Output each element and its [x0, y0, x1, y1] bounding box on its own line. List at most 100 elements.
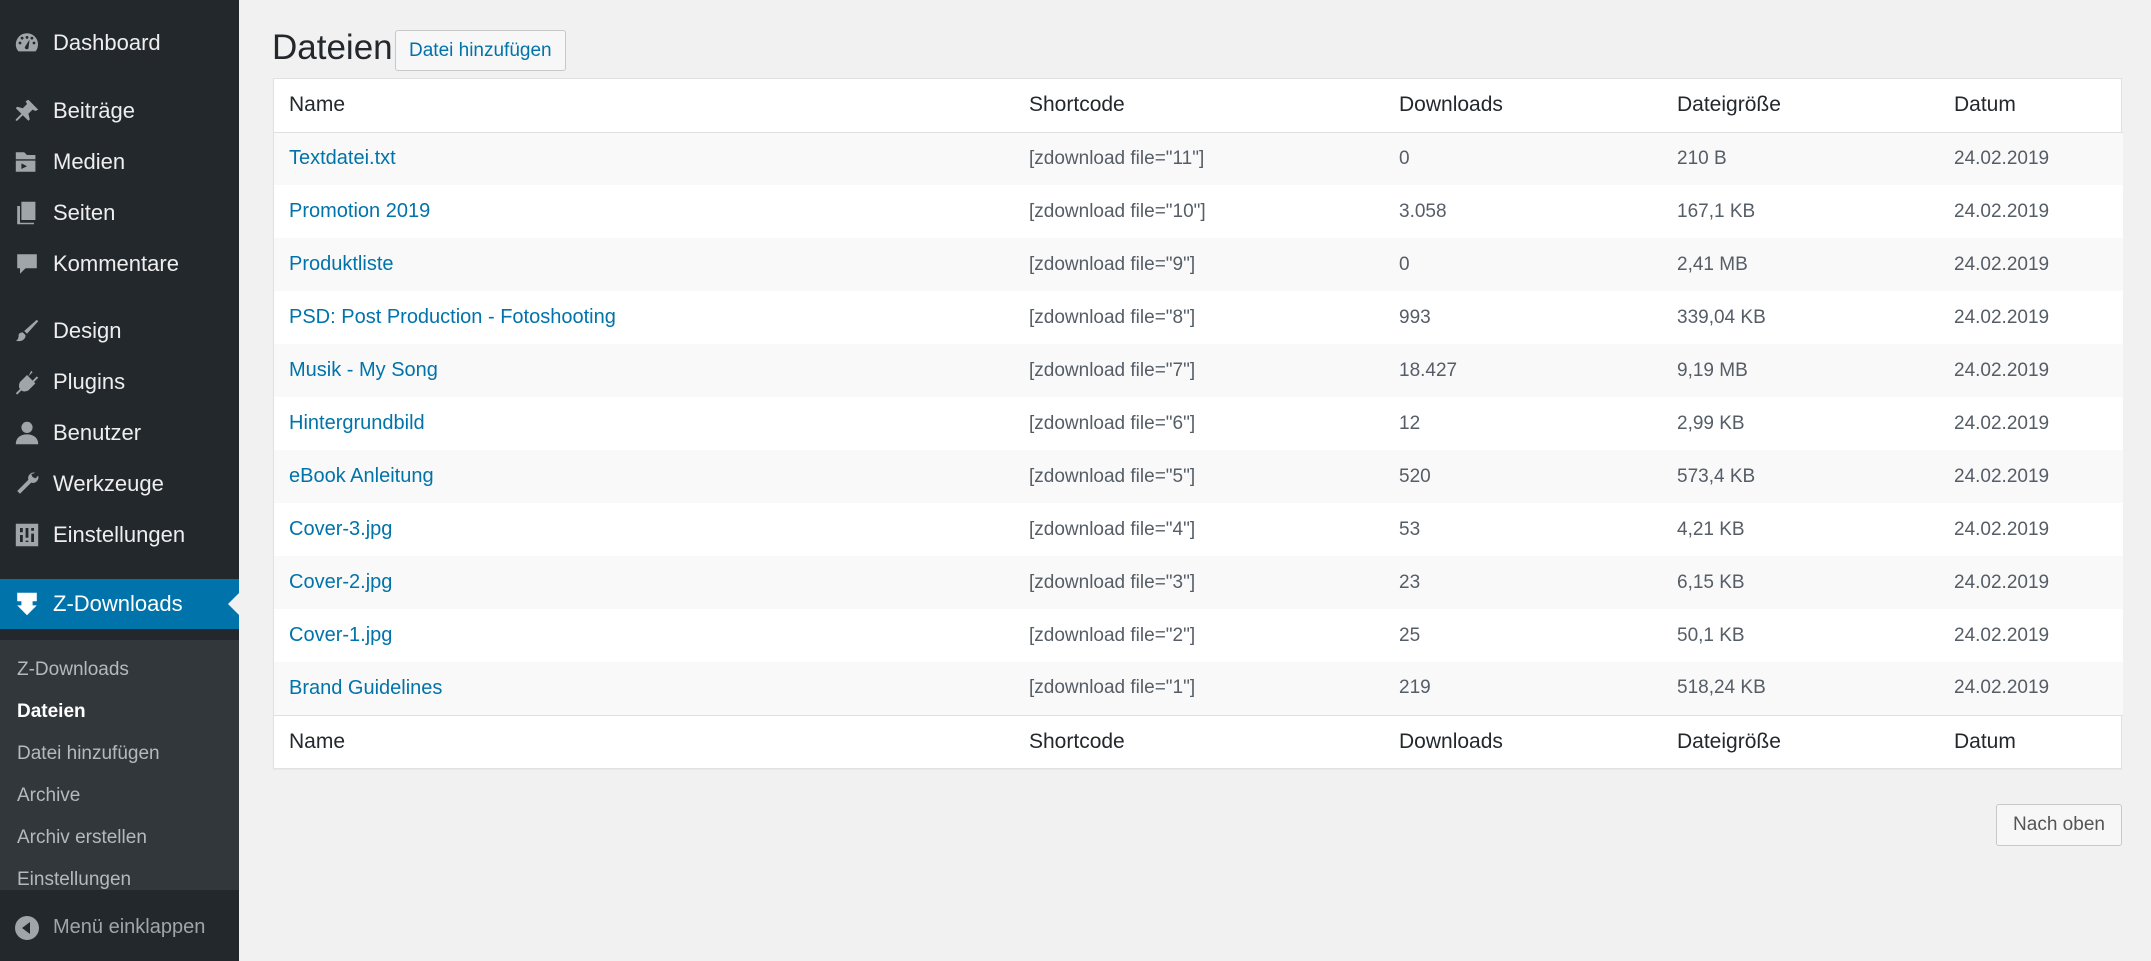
downloads-cell: 23 [1399, 571, 1421, 593]
download-icon [0, 590, 53, 618]
menu-item-media[interactable]: Medien [0, 137, 239, 187]
size-cell: 6,15 KB [1677, 571, 1745, 593]
file-name-link[interactable]: Cover-2.jpg [289, 571, 392, 593]
size-cell: 2,99 KB [1677, 412, 1745, 434]
table-row: Textdatei.txt [zdownload file="11"] 0 21… [274, 132, 2123, 185]
table-row: Promotion 2019 [zdownload file="10"] 3.0… [274, 185, 2123, 238]
file-name-link[interactable]: eBook Anleitung [289, 465, 434, 487]
menu-item-comments[interactable]: Kommentare [0, 239, 239, 289]
size-cell: 518,24 KB [1677, 677, 1766, 699]
menu-item-z-downloads[interactable]: Z-Downloads [0, 579, 239, 629]
menu-item-posts[interactable]: Beiträge [0, 86, 239, 136]
table-row: Cover-3.jpg [zdownload file="4"] 53 4,21… [274, 503, 2123, 556]
file-name-link[interactable]: PSD: Post Production - Fotoshooting [289, 306, 616, 328]
size-cell: 4,21 KB [1677, 518, 1745, 540]
z-downloads-submenu: Z-Downloads Dateien Datei hinzufügen Arc… [0, 640, 239, 890]
submenu-item-datei-hinzufuegen[interactable]: Datei hinzufügen [17, 743, 160, 765]
menu-item-users[interactable]: Benutzer [0, 408, 239, 458]
pages-icon [0, 199, 53, 227]
menu-label: Design [53, 318, 122, 343]
shortcode-cell: [zdownload file="8"] [1029, 306, 1196, 328]
settings-icon [0, 521, 53, 549]
collapse-arrow-icon [0, 915, 53, 940]
menu-label: Medien [53, 149, 126, 174]
admin-sidebar: Dashboard Beiträge Medien Seiten Komment… [0, 0, 239, 961]
table-row: Brand Guidelines [zdownload file="1"] 21… [274, 662, 2123, 715]
downloads-cell: 18.427 [1399, 359, 1458, 381]
shortcode-cell: [zdownload file="10"] [1029, 200, 1206, 222]
downloads-cell: 53 [1399, 518, 1421, 540]
downloads-cell: 993 [1399, 306, 1431, 328]
shortcode-cell: [zdownload file="7"] [1029, 359, 1196, 381]
submenu-item-dateien[interactable]: Dateien [17, 701, 86, 723]
menu-item-tools[interactable]: Werkzeuge [0, 459, 239, 509]
file-name-link[interactable]: Produktliste [289, 253, 394, 275]
column-header-size: Dateigröße [1662, 79, 1939, 133]
table-row: Cover-1.jpg [zdownload file="2"] 25 50,1… [274, 609, 2123, 662]
files-table: Name Shortcode Downloads Dateigröße Datu… [273, 78, 2123, 769]
date-cell: 24.02.2019 [1954, 253, 2050, 275]
shortcode-cell: [zdownload file="11"] [1029, 147, 1205, 169]
column-header-downloads: Downloads [1384, 79, 1662, 133]
size-cell: 339,04 KB [1677, 306, 1766, 328]
column-footer-shortcode: Shortcode [1014, 714, 1384, 768]
column-footer-size: Dateigröße [1662, 714, 1939, 768]
collapse-menu-button[interactable]: Menü einklappen [0, 905, 239, 950]
file-name-link[interactable]: Cover-1.jpg [289, 624, 392, 646]
menu-item-dashboard[interactable]: Dashboard [0, 18, 239, 68]
file-name-link[interactable]: Hintergrundbild [289, 412, 425, 434]
table-row: Produktliste [zdownload file="9"] 0 2,41… [274, 238, 2123, 291]
add-file-button[interactable]: Datei hinzufügen [395, 30, 566, 71]
brush-icon [0, 317, 53, 345]
menu-item-design[interactable]: Design [0, 306, 239, 356]
shortcode-cell: [zdownload file="4"] [1029, 518, 1196, 540]
column-footer-date: Datum [1939, 714, 2123, 768]
submenu-item-einstellungen[interactable]: Einstellungen [17, 869, 131, 891]
menu-item-settings[interactable]: Einstellungen [0, 510, 239, 560]
column-header-name: Name [274, 79, 1014, 133]
file-name-link[interactable]: Textdatei.txt [289, 147, 396, 169]
date-cell: 24.02.2019 [1954, 412, 2050, 434]
shortcode-cell: [zdownload file="1"] [1029, 677, 1196, 699]
file-name-link[interactable]: Promotion 2019 [289, 200, 430, 222]
downloads-cell: 3.058 [1399, 200, 1447, 222]
menu-item-pages[interactable]: Seiten [0, 188, 239, 238]
file-name-link[interactable]: Musik - My Song [289, 359, 438, 381]
size-cell: 167,1 KB [1677, 200, 1756, 222]
column-header-shortcode: Shortcode [1014, 79, 1384, 133]
file-name-link[interactable]: Cover-3.jpg [289, 518, 392, 540]
date-cell: 24.02.2019 [1954, 518, 2050, 540]
downloads-cell: 219 [1399, 677, 1431, 699]
shortcode-cell: [zdownload file="3"] [1029, 571, 1196, 593]
date-cell: 24.02.2019 [1954, 200, 2050, 222]
date-cell: 24.02.2019 [1954, 359, 2050, 381]
table-footer-row: Name Shortcode Downloads Dateigröße Datu… [274, 714, 2123, 768]
media-icon [0, 148, 53, 176]
downloads-cell: 520 [1399, 465, 1431, 487]
menu-label: Kommentare [53, 251, 179, 276]
size-cell: 210 B [1677, 147, 1727, 169]
user-icon [0, 419, 53, 447]
submenu-item-archiv-erstellen[interactable]: Archiv erstellen [17, 827, 147, 849]
menu-item-plugins[interactable]: Plugins [0, 357, 239, 407]
downloads-cell: 12 [1399, 412, 1421, 434]
date-cell: 24.02.2019 [1954, 677, 2050, 699]
size-cell: 9,19 MB [1677, 359, 1748, 381]
column-footer-downloads: Downloads [1384, 714, 1662, 768]
size-cell: 573,4 KB [1677, 465, 1756, 487]
menu-label: Beiträge [53, 98, 135, 123]
submenu-item-z-downloads[interactable]: Z-Downloads [17, 659, 129, 681]
collapse-menu-label: Menü einklappen [53, 916, 206, 938]
back-to-top-button[interactable]: Nach oben [1996, 804, 2122, 846]
date-cell: 24.02.2019 [1954, 571, 2050, 593]
wrench-icon [0, 470, 53, 498]
submenu-item-archive[interactable]: Archive [17, 785, 80, 807]
menu-label: Plugins [53, 369, 126, 394]
file-name-link[interactable]: Brand Guidelines [289, 677, 442, 699]
menu-label: Dashboard [53, 30, 161, 55]
table-row: Musik - My Song [zdownload file="7"] 18.… [274, 344, 2123, 397]
dashboard-icon [0, 29, 53, 57]
shortcode-cell: [zdownload file="6"] [1029, 412, 1196, 434]
shortcode-cell: [zdownload file="9"] [1029, 253, 1196, 275]
menu-label: Einstellungen [53, 522, 186, 547]
